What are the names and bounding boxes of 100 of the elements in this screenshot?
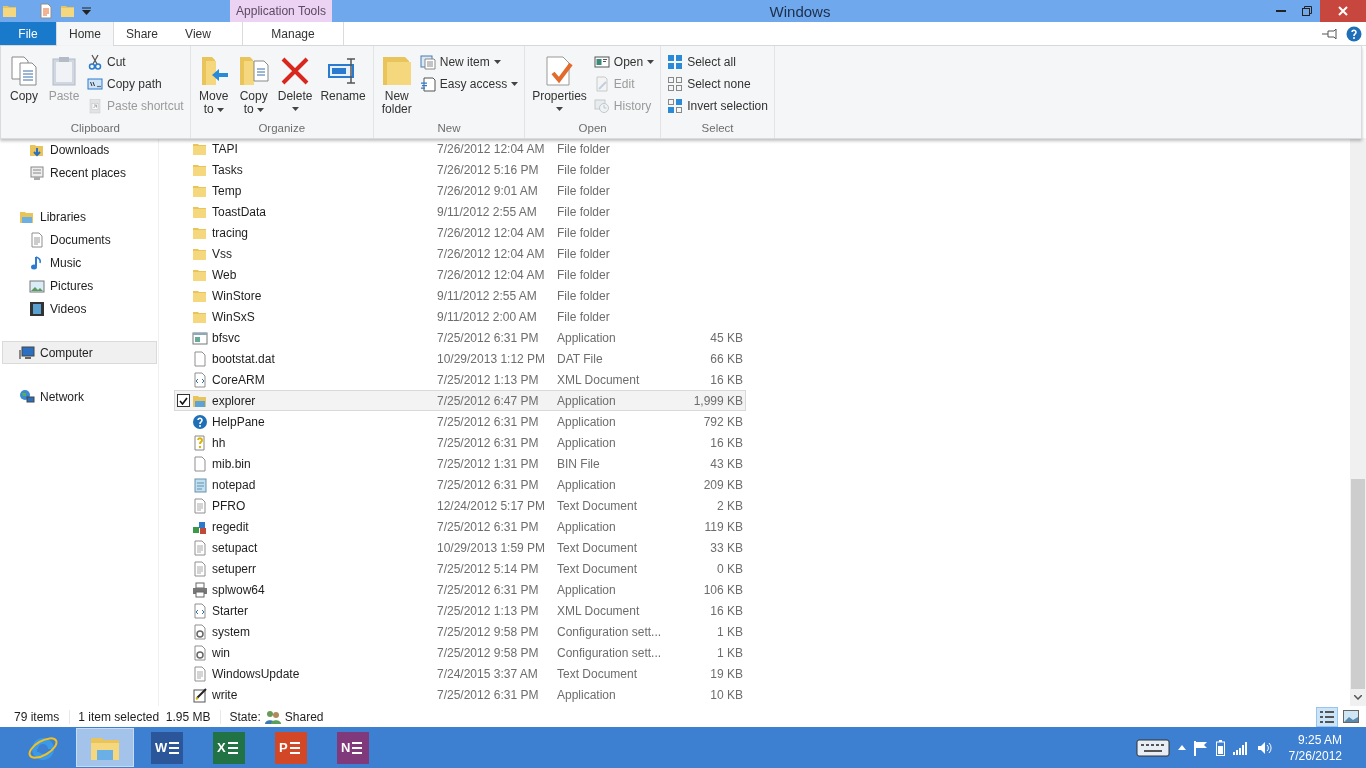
file-row[interactable]: setuperr 7/25/2012 5:14 PM Text Document 0 KB <box>174 558 746 579</box>
ribbon-button[interactable]: Delete <box>274 52 316 122</box>
file-size: 1 KB <box>716 624 743 639</box>
file-size: 1 KB <box>716 645 743 660</box>
file-name: HelpPane <box>212 414 266 429</box>
file-type: Application <box>557 393 617 408</box>
file-row[interactable]: explorer 7/25/2012 6:47 PM Application 1,999 KB <box>174 390 746 411</box>
file-row[interactable]: TAPI 7/26/2012 12:04 AM File folder <box>174 138 746 159</box>
file-row[interactable]: regedit 7/25/2012 6:31 PM Application 119 KB <box>174 516 746 537</box>
file-name: WinStore <box>212 288 263 303</box>
file-row[interactable]: setupact 10/29/2013 1:59 PM Text Document 33 KB <box>174 537 746 558</box>
nav-item[interactable]: Network <box>2 385 157 408</box>
file-size: 106 KB <box>702 582 743 597</box>
ribbon-button[interactable]: Copy to <box>234 52 273 122</box>
file-type: Application <box>557 687 617 702</box>
easy-access-icon <box>419 76 436 92</box>
nav-item[interactable]: Videos <box>2 297 157 320</box>
file-row[interactable]: win 7/25/2012 9:58 PM Configuration sett... 1 KB <box>174 642 746 663</box>
ribbon-button[interactable]: Copy path <box>85 75 186 93</box>
file-row[interactable]: Web 7/26/2012 12:04 AM File folder <box>174 264 746 285</box>
details-view-button[interactable] <box>1316 706 1338 727</box>
file-row[interactable]: bootstat.dat 10/29/2013 1:12 PM DAT File 66 KB <box>174 348 746 369</box>
ribbon-button[interactable]: Rename <box>317 52 369 122</box>
customize-menu-icon[interactable] <box>82 7 91 15</box>
group-label: Select <box>700 122 735 136</box>
file-size: 16 KB <box>709 372 743 387</box>
caret-icon <box>291 107 299 111</box>
signal-bars-icon[interactable] <box>1232 740 1249 755</box>
taskbar-app-button[interactable]: N <box>324 728 382 767</box>
ribbon-button[interactable]: Open <box>591 53 657 71</box>
ribbon-tab[interactable]: Home <box>56 22 114 46</box>
file-size: 16 KB <box>709 435 743 450</box>
file-row[interactable]: splwow64 7/25/2012 6:31 PM Application 106 KB <box>174 579 746 600</box>
file-menu-button[interactable]: File <box>0 22 56 45</box>
file-name: CoreARM <box>212 372 266 387</box>
nav-item[interactable]: Libraries <box>2 205 157 228</box>
checkbox[interactable] <box>177 394 190 407</box>
file-row[interactable]: PFRO 12/24/2012 5:17 PM Text Document 2 KB <box>174 495 746 516</box>
file-row[interactable]: CoreARM 7/25/2012 1:13 PM XML Document 16 KB <box>174 369 746 390</box>
file-row[interactable]: bfsvc 7/25/2012 6:31 PM Application 45 KB <box>174 327 746 348</box>
help-icon[interactable] <box>1346 25 1362 42</box>
ribbon-button[interactable]: Properties <box>529 52 590 122</box>
nav-item[interactable]: Computer <box>2 341 157 364</box>
file-name: bootstat.dat <box>212 351 276 366</box>
file-row[interactable]: Vss 7/26/2012 12:04 AM File folder <box>174 243 746 264</box>
ribbon-button[interactable]: New item <box>417 53 521 71</box>
taskbar-app-button[interactable]: X <box>200 728 258 767</box>
ribbon-button[interactable]: Select none <box>665 75 770 93</box>
file-name: win <box>212 645 231 660</box>
taskbar-app-button[interactable]: P <box>262 728 320 767</box>
volume-icon[interactable] <box>1256 740 1273 755</box>
file-row[interactable]: Tasks 7/26/2012 5:16 PM File folder <box>174 159 746 180</box>
scrollbar[interactable] <box>1350 138 1366 706</box>
nav-item[interactable]: Recent places <box>2 161 157 184</box>
show-hidden-icons-icon[interactable] <box>1177 745 1186 750</box>
ribbon-button[interactable]: New folder <box>377 52 416 122</box>
file-row[interactable]: write 7/25/2012 6:31 PM Application 10 KB <box>174 684 746 705</box>
ribbon-button[interactable]: Move to <box>194 52 233 122</box>
nav-item[interactable]: Documents <box>2 228 157 251</box>
file-row[interactable]: HelpPane 7/25/2012 6:31 PM Application 792 KB <box>174 411 746 432</box>
ribbon-button[interactable]: Cut <box>85 53 186 71</box>
file-name: Temp <box>212 183 243 198</box>
file-row[interactable]: system 7/25/2012 9:58 PM Configuration sett... 1 KB <box>174 621 746 642</box>
file-name: setupact <box>212 540 259 555</box>
file-row[interactable]: mib.bin 7/25/2012 1:31 PM BIN File 43 KB <box>174 453 746 474</box>
file-row[interactable]: tracing 7/26/2012 12:04 AM File folder <box>174 222 746 243</box>
help-icon <box>192 413 208 430</box>
file-row[interactable]: notepad 7/25/2012 6:31 PM Application 209 KB <box>174 474 746 495</box>
ribbon-button[interactable]: Select all <box>665 53 770 71</box>
close-button[interactable] <box>1320 0 1366 22</box>
file-row[interactable]: Temp 7/26/2012 9:01 AM File folder <box>174 180 746 201</box>
picture-thumbnail-icon <box>1343 710 1359 723</box>
file-row[interactable]: WindowsUpdate 7/24/2015 3:37 AM Text Document 19 KB <box>174 663 746 684</box>
text-document-icon <box>192 665 208 682</box>
ribbon-button[interactable]: Invert selection <box>665 97 770 115</box>
clock[interactable]: 9:25 AM 7/26/2012 <box>1288 731 1342 764</box>
taskbar-app-button[interactable]: W <box>138 728 196 767</box>
properties-icon[interactable] <box>38 3 54 19</box>
nav-item[interactable]: Pictures <box>2 274 157 297</box>
text-document-icon <box>192 497 208 514</box>
file-row[interactable]: hh 7/25/2012 6:31 PM Application 16 KB <box>174 432 746 453</box>
file-name: Starter <box>212 603 249 618</box>
window-title: Windows <box>769 2 831 20</box>
pin-icon[interactable] <box>1322 28 1340 39</box>
flag-icon[interactable] <box>1193 739 1208 756</box>
file-type: Application <box>557 330 617 345</box>
invert-selection-grid-icon <box>667 98 684 114</box>
file-row[interactable]: Starter 7/25/2012 1:13 PM XML Document 16 KB <box>174 600 746 621</box>
file-name: WinSxS <box>212 309 256 324</box>
ribbon-button[interactable]: Copy <box>5 52 43 122</box>
battery-icon[interactable] <box>1215 739 1225 756</box>
ribbon-button[interactable]: Easy access <box>417 75 521 93</box>
nav-item[interactable]: Music <box>2 251 157 274</box>
keyboard-icon[interactable] <box>1135 737 1170 758</box>
nav-item[interactable]: Downloads <box>2 138 157 161</box>
file-row[interactable]: WinStore 9/11/2012 2:55 AM File folder <box>174 285 746 306</box>
file-row[interactable]: ToastData 9/11/2012 2:55 AM File folder <box>174 201 746 222</box>
ribbon-tab[interactable]: Manage <box>242 22 344 45</box>
office-app-icon: P <box>275 731 307 764</box>
file-row[interactable]: WinSxS 9/11/2012 2:00 AM File folder <box>174 306 746 327</box>
